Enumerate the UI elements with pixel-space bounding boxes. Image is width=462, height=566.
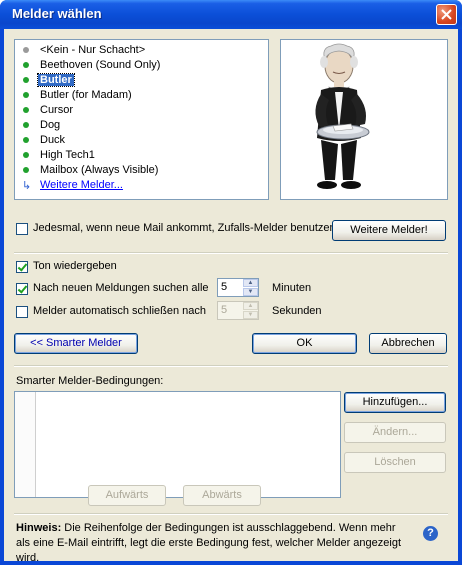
separator	[14, 365, 448, 367]
spin-down-icon[interactable]: ▼	[243, 288, 258, 296]
more-melder-button[interactable]: Weitere Melder!	[332, 220, 446, 241]
melder-list-item-label: <Kein - Nur Schacht>	[40, 44, 146, 56]
delete-condition-button[interactable]: Löschen	[344, 452, 446, 473]
auto-close-value: 5	[221, 304, 228, 316]
move-up-button[interactable]: Aufwärts	[88, 485, 166, 506]
spin-down-icon[interactable]: ▼	[243, 311, 258, 319]
hint-body: Die Reihenfolge der Bedingungen ist auss…	[16, 522, 402, 564]
status-bullet-icon	[23, 107, 29, 113]
conditions-list[interactable]	[14, 391, 341, 498]
cancel-button[interactable]: Abbrechen	[369, 333, 447, 354]
butler-image	[315, 43, 370, 189]
spin-up-icon[interactable]: ▲	[243, 279, 258, 287]
close-button[interactable]	[436, 4, 457, 25]
move-down-button[interactable]: Abwärts	[183, 485, 261, 506]
window-title: Melder wählen	[12, 6, 102, 21]
conditions-label: Smarter Melder-Bedingungen:	[16, 375, 164, 387]
arrow-link-icon: ↳	[22, 180, 32, 192]
search-interval-checkbox[interactable]	[16, 283, 28, 295]
search-interval-label: Nach neuen Meldungen suchen alle	[33, 282, 209, 294]
search-interval-value: 5	[221, 281, 228, 293]
melder-list-item[interactable]: Butler (for Madam)	[15, 88, 268, 103]
auto-close-checkbox[interactable]	[16, 306, 28, 318]
melder-list[interactable]: <Kein - Nur Schacht> Beethoven (Sound Onl…	[14, 39, 269, 200]
melder-list-item-label: Mailbox (Always Visible)	[40, 164, 159, 176]
auto-close-spinner[interactable]: 5 ▲ ▼	[217, 301, 259, 320]
auto-close-label: Melder automatisch schließen nach	[33, 305, 207, 317]
spin-up-icon[interactable]: ▲	[243, 302, 258, 310]
hint-title: Hinweis:	[16, 522, 62, 534]
separator	[14, 513, 448, 515]
smarter-melder-button[interactable]: << Smarter Melder	[14, 333, 138, 354]
melder-list-item-label: Beethoven (Sound Only)	[40, 59, 161, 71]
status-bullet-icon	[23, 167, 29, 173]
sound-checkbox[interactable]	[16, 261, 28, 273]
melder-list-item[interactable]: <Kein - Nur Schacht>	[15, 43, 268, 58]
conditions-column	[15, 392, 36, 497]
search-interval-unit: Minuten	[272, 282, 312, 294]
help-icon[interactable]: ?	[423, 526, 438, 541]
melder-list-item-label: Butler (for Madam)	[40, 89, 132, 101]
random-melder-label: Jedesmal, wenn neue Mail ankommt, Zufall…	[33, 222, 336, 234]
melder-list-item[interactable]: Dog	[15, 118, 268, 133]
status-bullet-icon	[23, 137, 29, 143]
sound-label: Ton wiedergeben	[33, 260, 117, 272]
melder-list-item[interactable]: Cursor	[15, 103, 268, 118]
dialog-window: Melder wählen <Kein - Nur Schacht> Beetho…	[0, 0, 462, 565]
melder-list-item[interactable]: High Tech1	[15, 148, 268, 163]
separator	[14, 252, 448, 254]
auto-close-unit: Sekunden	[272, 305, 322, 317]
status-bullet-icon	[23, 62, 29, 68]
add-condition-button[interactable]: Hinzufügen...	[344, 392, 446, 413]
melder-list-item-label: Dog	[40, 119, 61, 131]
melder-list-item[interactable]: Beethoven (Sound Only)	[15, 58, 268, 73]
melder-list-item-label: Duck	[40, 134, 66, 146]
title-bar[interactable]: Melder wählen	[0, 0, 462, 29]
ok-button[interactable]: OK	[252, 333, 357, 354]
change-condition-button[interactable]: Ändern...	[344, 422, 446, 443]
melder-list-item[interactable]: Duck	[15, 133, 268, 148]
melder-preview	[280, 39, 448, 200]
status-bullet-icon	[23, 152, 29, 158]
search-interval-spinner[interactable]: 5 ▲ ▼	[217, 278, 259, 297]
melder-list-item[interactable]: ↳ Weitere Melder...	[15, 178, 268, 193]
random-melder-checkbox[interactable]	[16, 223, 28, 235]
status-bullet-icon	[23, 47, 29, 53]
status-bullet-icon	[23, 122, 29, 128]
close-icon	[441, 9, 452, 20]
melder-list-item-label: Weitere Melder...	[40, 179, 123, 191]
melder-list-item-label: Cursor	[40, 104, 74, 116]
melder-list-item[interactable]: Butler	[15, 73, 268, 88]
dialog-body: <Kein - Nur Schacht> Beethoven (Sound Onl…	[4, 29, 458, 564]
status-bullet-icon	[23, 92, 29, 98]
melder-list-item-label: Butler	[37, 73, 75, 87]
hint-text: Hinweis: Die Reihenfolge der Bedingungen…	[16, 521, 411, 566]
status-bullet-icon	[23, 77, 29, 83]
melder-list-item[interactable]: Mailbox (Always Visible)	[15, 163, 268, 178]
melder-list-item-label: High Tech1	[40, 149, 95, 161]
